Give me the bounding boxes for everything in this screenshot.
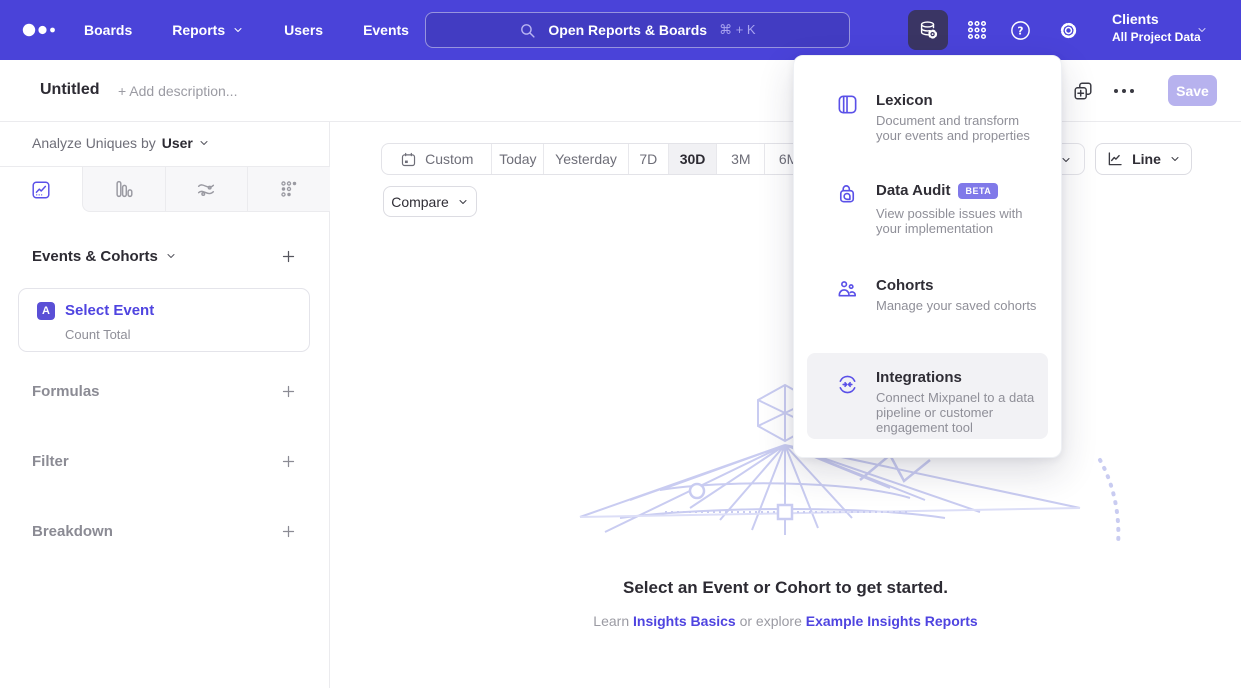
database-gear-icon: [917, 19, 939, 41]
calendar-icon: [400, 151, 417, 168]
chevron-down-icon: [1169, 153, 1181, 165]
duplicate-icon[interactable]: [1072, 80, 1094, 102]
nav-reports[interactable]: Reports: [172, 22, 244, 38]
data-management-button[interactable]: [908, 10, 948, 50]
chevron-down-icon: [1196, 24, 1208, 36]
svg-text:?: ?: [1017, 25, 1023, 37]
menu-item-data-audit[interactable]: Data AuditBETA View possible issues with…: [807, 182, 1048, 236]
main-canvas: Custom Today Yesterday 7D 30D 3M 6M Comp…: [330, 122, 1241, 688]
help-icon: ?: [1009, 19, 1032, 42]
date-range-custom[interactable]: Custom: [382, 144, 491, 174]
chevron-down-icon: [198, 137, 210, 149]
menu-item-integrations[interactable]: Integrations Connect Mixpanel to a data …: [807, 353, 1048, 439]
apps-grid-button[interactable]: [957, 10, 997, 50]
lexicon-book-icon: [836, 93, 859, 116]
tab-insights-line[interactable]: [0, 167, 82, 212]
cohorts-people-icon: [836, 278, 859, 301]
help-button[interactable]: ?: [1000, 10, 1040, 50]
empty-state: Select an Event or Cohort to get started…: [330, 578, 1241, 629]
date-range-30d[interactable]: 30D: [668, 144, 717, 174]
compare-button[interactable]: Compare: [383, 186, 477, 217]
nav-events[interactable]: Events: [363, 22, 409, 38]
tab-flow-chart[interactable]: [165, 167, 248, 212]
mixpanel-logo-icon[interactable]: [22, 20, 62, 40]
description-placeholder[interactable]: + Add description...: [118, 83, 237, 99]
analyze-row: Analyze Uniques by User: [32, 135, 210, 151]
flow-tab-icon: [195, 178, 217, 200]
formulas-section-header: Formulas: [32, 380, 299, 402]
breakdown-label: Breakdown: [32, 523, 113, 540]
date-range-3m[interactable]: 3M: [716, 144, 764, 174]
gear-icon: [1057, 19, 1080, 42]
menu-item-lexicon[interactable]: Lexicon Document and transform your even…: [807, 92, 1048, 143]
search-icon: [519, 22, 536, 39]
search-placeholder: Open Reports & Boards: [548, 22, 707, 38]
plus-icon: [281, 524, 296, 539]
integrations-sync-icon: [836, 373, 859, 396]
query-sidebar: Analyze Uniques by User: [0, 122, 330, 688]
line-chart-tab-icon: [30, 179, 52, 201]
add-filter-button[interactable]: [277, 450, 299, 472]
date-range-yesterday[interactable]: Yesterday: [543, 144, 628, 174]
settings-button[interactable]: [1048, 10, 1088, 50]
save-button[interactable]: Save: [1168, 75, 1217, 106]
project-switcher[interactable]: Clients All Project Data: [1112, 11, 1201, 44]
data-management-dropdown: Lexicon Document and transform your even…: [793, 55, 1062, 458]
nav-users[interactable]: Users: [284, 22, 323, 38]
tab-bar-chart[interactable]: [82, 167, 165, 212]
add-formula-button[interactable]: [277, 380, 299, 402]
empty-state-title: Select an Event or Cohort to get started…: [330, 578, 1241, 598]
plus-icon: [281, 249, 296, 264]
search-shortcut: ⌘ + K: [719, 22, 756, 38]
plus-icon: [281, 454, 296, 469]
events-section-label[interactable]: Events & Cohorts: [32, 248, 177, 265]
analyze-value-dropdown[interactable]: User: [162, 135, 210, 151]
select-event-label[interactable]: Select Event: [65, 302, 154, 319]
beta-badge: BETA: [958, 183, 998, 199]
dots-grid-tab-icon: [278, 178, 300, 200]
empty-state-links: Learn Insights Basics or explore Example…: [330, 613, 1241, 629]
breakdown-section-header: Breakdown: [32, 520, 299, 542]
insights-basics-link[interactable]: Insights Basics: [633, 613, 736, 629]
org-name: Clients: [1112, 11, 1201, 27]
analyze-label: Analyze Uniques by: [32, 135, 156, 151]
menu-item-cohorts[interactable]: Cohorts Manage your saved cohorts: [807, 277, 1048, 313]
event-selector-card[interactable]: A Select Event Count Total: [18, 288, 310, 352]
data-audit-icon: [836, 183, 859, 206]
formulas-label: Formulas: [32, 383, 100, 400]
top-navbar: Boards Reports Users Events Open Reports…: [0, 0, 1241, 60]
line-chart-icon: [1106, 150, 1124, 168]
date-range-today[interactable]: Today: [491, 144, 543, 174]
event-badge: A: [37, 302, 55, 320]
date-range-control: Custom Today Yesterday 7D 30D 3M 6M: [381, 143, 813, 175]
filter-section-header: Filter: [32, 450, 299, 472]
chart-type-dropdown[interactable]: Line: [1095, 143, 1192, 175]
nav-boards[interactable]: Boards: [84, 22, 132, 38]
add-event-button[interactable]: [277, 245, 299, 267]
count-total-label[interactable]: Count Total: [65, 327, 131, 342]
report-title[interactable]: Untitled: [40, 81, 100, 99]
date-range-7d[interactable]: 7D: [628, 144, 668, 174]
chart-type-tabs: [0, 166, 330, 212]
more-options-button[interactable]: [1114, 80, 1142, 102]
add-breakdown-button[interactable]: [277, 520, 299, 542]
tab-breakdown-grid[interactable]: [247, 167, 330, 212]
grid-dots-icon: [965, 18, 989, 42]
chevron-down-icon: [165, 250, 177, 262]
example-reports-link[interactable]: Example Insights Reports: [806, 613, 978, 629]
filter-label: Filter: [32, 453, 69, 470]
project-name: All Project Data: [1112, 30, 1201, 44]
events-section-header: Events & Cohorts: [32, 245, 299, 267]
chevron-down-icon: [457, 196, 469, 208]
main-nav: Boards Reports Users Events: [84, 0, 409, 60]
search-input[interactable]: Open Reports & Boards ⌘ + K: [425, 12, 850, 48]
chevron-down-icon: [232, 24, 244, 36]
bar-chart-tab-icon: [113, 178, 135, 200]
plus-icon: [281, 384, 296, 399]
